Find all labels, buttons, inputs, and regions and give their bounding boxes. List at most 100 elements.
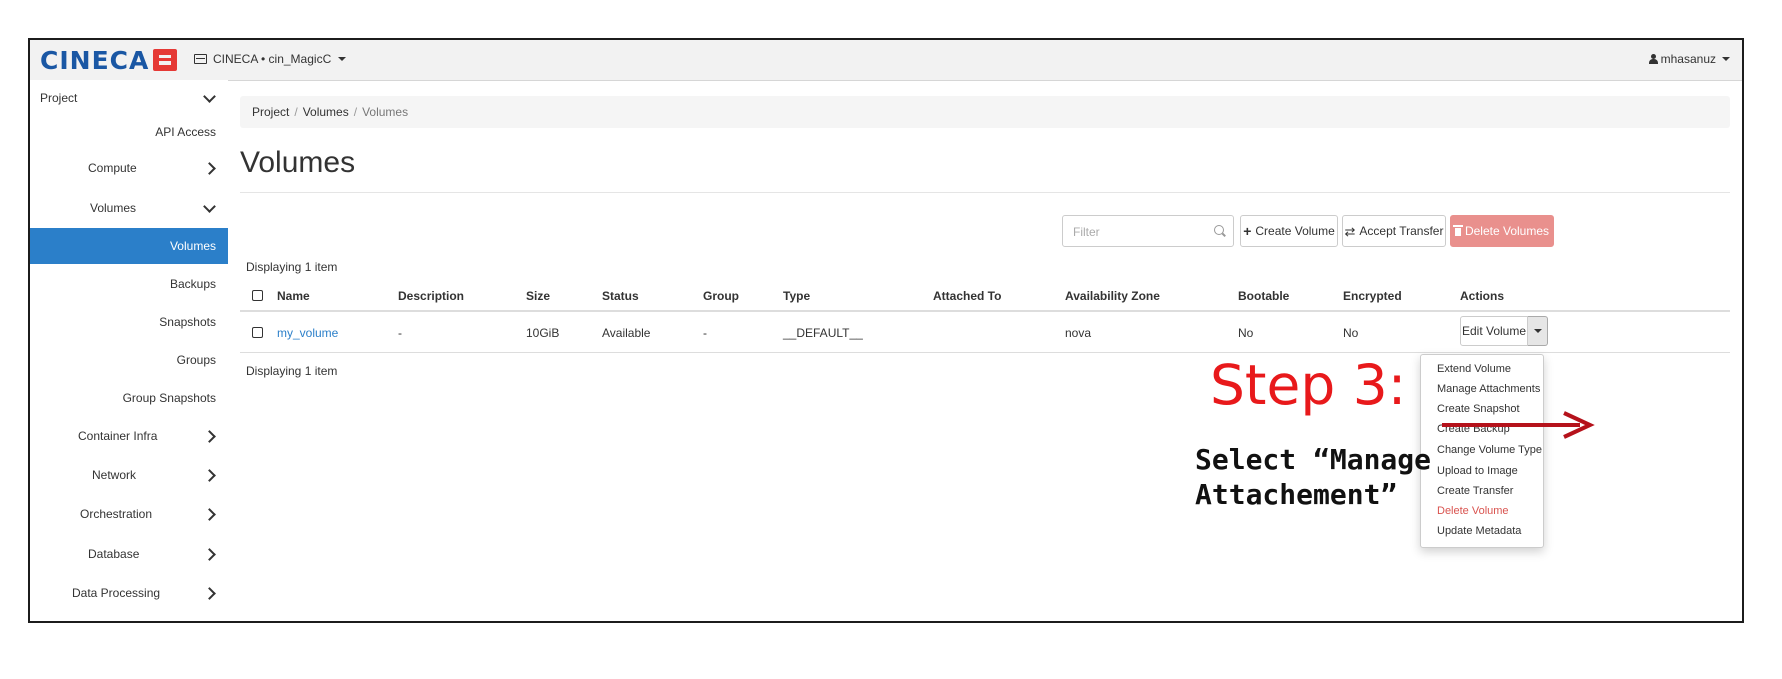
project-selector-label: CINECA • cin_MagicC (213, 52, 332, 66)
sidebar-item-label: Data Processing (72, 586, 161, 600)
cell-type: __DEFAULT__ (783, 326, 863, 340)
logo-text: CINECA (40, 45, 150, 75)
sidebar-item-volumes-group[interactable]: Volumes (30, 190, 228, 226)
select-all-checkbox[interactable] (252, 290, 263, 301)
menu-item-manage-attachments[interactable]: Manage Attachments (1437, 383, 1540, 395)
server-icon (194, 54, 207, 64)
step-annotation-title: Step 3: (1210, 353, 1407, 417)
sidebar-item-container-infra[interactable]: Container Infra (30, 418, 228, 454)
column-header-status[interactable]: Status (602, 289, 639, 303)
sidebar-item-label: Container Infra (78, 429, 158, 443)
breadcrumb-current: Volumes (362, 105, 409, 119)
chevron-right-icon (203, 586, 216, 600)
column-header-encrypted[interactable]: Encrypted (1343, 289, 1402, 303)
accept-transfer-button[interactable]: ⇄ Accept Transfer (1342, 215, 1446, 247)
search-icon[interactable] (1214, 225, 1224, 235)
menu-item-extend-volume[interactable]: Extend Volume (1437, 363, 1511, 375)
sidebar-item-label: Network (92, 468, 137, 482)
create-volume-label: Create Volume (1255, 224, 1335, 238)
sidebar-item-network[interactable]: Network (30, 457, 228, 493)
chevron-down-icon (203, 199, 216, 213)
sidebar-item-label: Groups (176, 353, 216, 367)
logo-mark-icon (153, 49, 178, 71)
delete-volumes-label: Delete Volumes (1464, 224, 1550, 238)
breadcrumb: Project / Volumes / Volumes (240, 96, 1730, 128)
row-actions-group: Edit Volume (1460, 316, 1548, 346)
sidebar-item-label: Database (88, 547, 140, 561)
row-checkbox[interactable] (252, 327, 263, 338)
sidebar-item-project[interactable]: Project (30, 80, 228, 116)
step-annotation-line-1: Select “Manage (1195, 443, 1432, 476)
column-header-description[interactable]: Description (398, 289, 464, 303)
step-annotation-text: Select “Manage Attachement” (1195, 442, 1495, 512)
cineca-logo[interactable]: CINECA (40, 44, 178, 76)
step-annotation-line-2: Attachement” (1195, 478, 1398, 511)
filter-box (1062, 215, 1234, 248)
sidebar-item-snapshots[interactable]: Snapshots (30, 304, 228, 340)
annotation-arrow-icon (1442, 411, 1595, 439)
transfer-icon: ⇄ (1344, 223, 1356, 239)
filter-input[interactable] (1063, 216, 1215, 248)
breadcrumb-separator: / (294, 105, 298, 119)
sidebar-item-label: API Access (155, 125, 216, 139)
display-count-bottom: Displaying 1 item (246, 364, 338, 378)
delete-volumes-button[interactable]: Delete Volumes (1450, 215, 1554, 247)
actions-dropdown-toggle[interactable] (1528, 316, 1548, 346)
sidebar-item-label: Group Snapshots (122, 391, 216, 405)
column-header-group[interactable]: Group (703, 289, 739, 303)
sidebar: Project API Access Compute Volumes Volum… (30, 80, 228, 621)
sidebar-item-data-processing[interactable]: Data Processing (30, 575, 228, 611)
column-header-availability-zone[interactable]: Availability Zone (1065, 289, 1160, 303)
breadcrumb-separator: / (353, 105, 358, 119)
chevron-right-icon (203, 161, 216, 175)
sidebar-item-label: Backups (169, 277, 216, 291)
app-window: CINECA CINECA • cin_MagicC mhasanuz Proj… (28, 38, 1744, 623)
column-header-bootable[interactable]: Bootable (1238, 289, 1289, 303)
top-navbar: CINECA CINECA • cin_MagicC mhasanuz (30, 40, 1742, 81)
caret-down-icon (338, 57, 347, 61)
chevron-right-icon (203, 547, 216, 561)
breadcrumb-volumes[interactable]: Volumes (303, 105, 349, 119)
column-header-name[interactable]: Name (277, 289, 310, 303)
caret-down-icon (1722, 57, 1730, 61)
sidebar-item-backups[interactable]: Backups (30, 266, 228, 302)
sidebar-item-compute[interactable]: Compute (30, 150, 228, 186)
column-header-attached-to[interactable]: Attached To (933, 289, 1001, 303)
cell-size: 10GiB (526, 326, 560, 340)
sidebar-item-volumes[interactable]: Volumes (30, 228, 228, 264)
edit-volume-button[interactable]: Edit Volume (1460, 316, 1528, 346)
menu-item-update-metadata[interactable]: Update Metadata (1437, 525, 1521, 537)
main-content: Project / Volumes / Volumes Volumes + Cr… (240, 80, 1730, 621)
sidebar-item-api-access[interactable]: API Access (30, 114, 228, 150)
cell-availability-zone: nova (1065, 326, 1092, 340)
cell-group: - (703, 326, 707, 340)
project-selector[interactable]: CINECA • cin_MagicC (194, 52, 347, 66)
breadcrumb-project[interactable]: Project (252, 105, 289, 119)
user-icon (1648, 54, 1658, 64)
accept-transfer-label: Accept Transfer (1359, 224, 1444, 238)
column-header-size[interactable]: Size (526, 289, 550, 303)
caret-down-icon (1533, 329, 1542, 333)
cell-encrypted: No (1343, 326, 1359, 340)
sidebar-item-orchestration[interactable]: Orchestration (30, 496, 228, 532)
chevron-right-icon (203, 429, 216, 443)
create-volume-button[interactable]: + Create Volume (1240, 215, 1338, 247)
table-header: Name Description Size Status Group Type … (240, 280, 1730, 312)
chevron-right-icon (203, 507, 216, 521)
user-menu[interactable]: mhasanuz (1648, 52, 1730, 66)
sidebar-item-label: Volumes (90, 201, 137, 215)
table-row: my_volume - 10GiB Available - __DEFAULT_… (240, 312, 1730, 353)
column-header-type[interactable]: Type (783, 289, 810, 303)
plus-icon: + (1243, 223, 1252, 239)
column-header-actions: Actions (1460, 289, 1505, 303)
volume-name-link[interactable]: my_volume (277, 326, 338, 340)
sidebar-item-groups[interactable]: Groups (30, 342, 228, 378)
cell-bootable: No (1238, 326, 1254, 340)
chevron-down-icon (203, 89, 216, 103)
chevron-right-icon (203, 468, 216, 482)
trash-icon (1452, 225, 1463, 236)
user-name: mhasanuz (1660, 52, 1716, 66)
sidebar-item-database[interactable]: Database (30, 536, 228, 572)
sidebar-item-label: Volumes (169, 239, 216, 253)
sidebar-item-group-snapshots[interactable]: Group Snapshots (30, 380, 228, 416)
